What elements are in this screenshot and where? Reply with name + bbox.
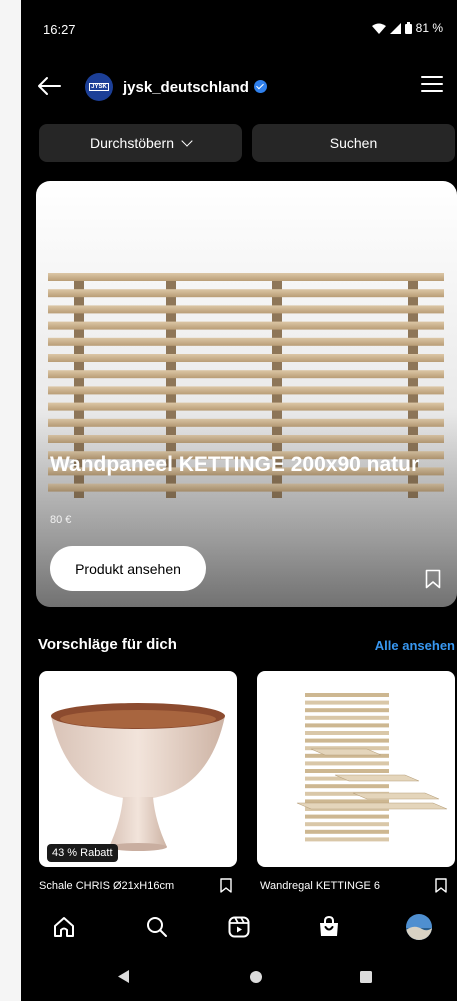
battery-icon: [404, 22, 412, 34]
profile-header: JYSK jysk_deutschland: [21, 62, 457, 112]
verified-badge-icon: [253, 80, 267, 93]
wifi-icon: [371, 23, 386, 34]
browse-label: Durchstöbern: [89, 135, 175, 151]
featured-product-card[interactable]: Wandpaneel KETTINGE 200x90 natur 80 € Pr…: [36, 181, 457, 607]
status-bar: 16:27 81 %: [21, 0, 457, 48]
shelf-image: [296, 693, 448, 842]
product-title: Wandpaneel KETTINGE 200x90 natur: [50, 453, 420, 476]
account-avatar[interactable]: JYSK: [85, 73, 113, 101]
bowl-image: [51, 703, 225, 851]
search-button[interactable]: Suchen: [252, 124, 455, 162]
view-product-button[interactable]: Produkt ansehen: [50, 546, 206, 591]
home-circle-icon[interactable]: [250, 971, 262, 983]
clock: 16:27: [43, 22, 76, 37]
bottom-navigation: [21, 903, 457, 951]
account-name[interactable]: jysk_deutschland: [123, 79, 267, 96]
signal-icon: [389, 22, 401, 34]
phone-screen: 16:27 81 % JYSK jysk_deutschland Durchst…: [21, 0, 457, 1001]
chevron-down-icon: [181, 135, 193, 147]
menu-icon[interactable]: [421, 76, 443, 94]
suggestion-name: Wandregal KETTINGE 6: [260, 880, 381, 892]
search-icon[interactable]: [145, 915, 169, 939]
suggestion-name: Schale CHRIS Ø21xH16cm: [39, 880, 175, 892]
browse-button[interactable]: Durchstöbern: [39, 124, 242, 162]
bookmark-icon[interactable]: [220, 878, 232, 893]
back-triangle-icon[interactable]: [118, 970, 130, 983]
reels-icon[interactable]: [227, 915, 251, 939]
see-all-link[interactable]: Alle ansehen: [375, 638, 455, 653]
shop-icon[interactable]: [317, 915, 341, 939]
suggestion-card[interactable]: [257, 671, 455, 867]
suggestion-card[interactable]: 43 % Rabatt: [39, 671, 237, 867]
profile-avatar[interactable]: [406, 914, 432, 940]
recents-square-icon[interactable]: [360, 971, 372, 983]
search-label: Suchen: [329, 135, 378, 151]
back-arrow-icon[interactable]: [35, 72, 63, 100]
suggestions-heading: Vorschläge für dich: [38, 636, 177, 653]
logo-text: JYSK: [89, 83, 109, 91]
account-handle: jysk_deutschland: [123, 79, 249, 96]
status-icons: 81 %: [371, 21, 443, 35]
bookmark-icon[interactable]: [425, 569, 441, 589]
shop-tabs: Durchstöbern Suchen: [39, 124, 455, 162]
battery-level: 81 %: [415, 21, 443, 35]
system-navigation-bar: [21, 951, 457, 1001]
discount-badge: 43 % Rabatt: [47, 844, 118, 862]
bookmark-icon[interactable]: [435, 878, 447, 893]
home-icon[interactable]: [52, 915, 76, 939]
product-price: 80 €: [50, 514, 72, 526]
